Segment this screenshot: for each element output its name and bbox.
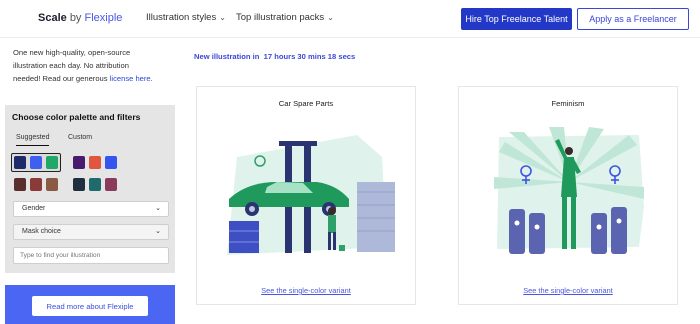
promo-panel: Read more about Flexiple: [5, 285, 175, 324]
nav-top-packs-label: Top illustration packs: [236, 12, 325, 23]
intro-period: .: [150, 74, 153, 83]
read-more-button[interactable]: Read more about Flexiple: [32, 296, 148, 316]
intro-line-1: One new high-quality, open-source: [13, 48, 131, 57]
countdown: New illustration in 17 hours 30 mins 18 …: [194, 52, 355, 61]
palette-option[interactable]: [71, 154, 119, 171]
search-input[interactable]: [13, 247, 169, 264]
feminism-illustration: [494, 127, 644, 254]
illustration-card[interactable]: Car Spare Parts See the single-color var…: [196, 86, 416, 305]
color-swatch: [14, 156, 26, 169]
intro-text: One new high-quality, open-source illust…: [13, 46, 173, 85]
nav-illustration-styles[interactable]: Illustration styles ⌄: [146, 12, 226, 23]
nav-top-illustration-packs[interactable]: Top illustration packs ⌄: [236, 12, 334, 23]
chevron-down-icon: ⌄: [219, 13, 226, 22]
filters-title: Choose color palette and filters: [12, 112, 141, 122]
license-link[interactable]: license here: [110, 74, 151, 83]
palette-option[interactable]: [71, 176, 119, 193]
palette-option[interactable]: [12, 176, 60, 193]
logo-brand: Flexiple: [84, 12, 123, 24]
single-color-variant-link[interactable]: See the single-color variant: [459, 286, 677, 295]
hire-talent-button[interactable]: Hire Top Freelance Talent: [461, 8, 572, 30]
gender-select-value: Gender: [22, 205, 46, 212]
color-swatch: [105, 156, 117, 169]
mask-select-value: Mask choice: [22, 228, 61, 235]
tab-suggested[interactable]: Suggested: [16, 134, 50, 146]
color-swatch: [73, 156, 85, 169]
logo-by: by: [69, 12, 82, 24]
color-swatch: [89, 178, 101, 191]
intro-line-3: needed! Read our generous license here.: [13, 72, 173, 85]
countdown-prefix: New illustration in: [194, 52, 260, 61]
countdown-time: 17 hours 30 mins 18 secs: [263, 52, 356, 61]
intro-line-3-text: needed! Read our generous: [13, 74, 108, 83]
illustration-card[interactable]: Feminism See the single-color variant: [458, 86, 678, 305]
color-swatch: [14, 178, 26, 191]
gender-select[interactable]: Gender ⌄: [13, 201, 169, 217]
color-swatch: [46, 178, 58, 191]
chevron-down-icon: ⌄: [327, 13, 334, 22]
logo[interactable]: Scale by Flexiple: [38, 12, 122, 24]
color-swatch: [46, 156, 58, 169]
color-swatch: [73, 178, 85, 191]
card-title: Car Spare Parts: [278, 99, 334, 108]
nav-illustration-styles-label: Illustration styles: [146, 12, 217, 23]
top-navbar: Scale by Flexiple Illustration styles ⌄ T…: [0, 0, 700, 38]
color-swatch: [30, 156, 42, 169]
chevron-down-icon: ⌄: [155, 205, 161, 212]
single-color-variant-link[interactable]: See the single-color variant: [197, 286, 415, 295]
car-spare-parts-illustration: [227, 135, 395, 255]
filters-panel: Choose color palette and filters Suggest…: [5, 105, 175, 273]
color-swatch: [30, 178, 42, 191]
card-title: Feminism: [551, 99, 585, 108]
logo-scale: Scale: [38, 12, 67, 24]
intro-line-2: illustration each day. No attribution: [13, 61, 129, 70]
color-swatch: [105, 178, 117, 191]
apply-freelancer-button[interactable]: Apply as a Freelancer: [577, 8, 689, 30]
palette-option[interactable]: [11, 153, 61, 172]
tab-custom[interactable]: Custom: [68, 134, 92, 141]
mask-select[interactable]: Mask choice ⌄: [13, 224, 169, 240]
chevron-down-icon: ⌄: [155, 228, 161, 235]
color-swatch: [89, 156, 101, 169]
